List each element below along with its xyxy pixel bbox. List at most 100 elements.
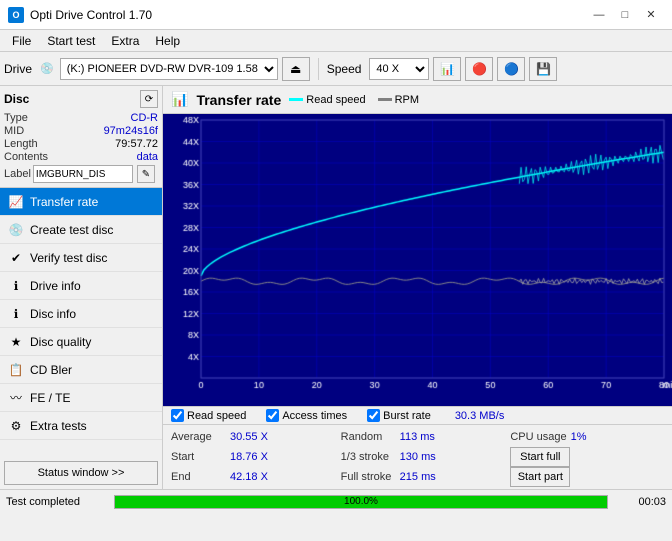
cb-access-times-label: Access times — [282, 410, 347, 422]
menu-bar: File Start test Extra Help — [0, 30, 672, 52]
app-icon: O — [8, 7, 24, 23]
graph-container — [163, 114, 672, 406]
cb-burst-rate-input[interactable] — [367, 409, 380, 422]
disc-label-row: Label ✎ — [4, 165, 158, 183]
chart-icon: 📊 — [171, 91, 188, 108]
close-button[interactable]: ✕ — [638, 5, 664, 25]
speed-select[interactable]: 40 X — [369, 58, 429, 80]
stat-1-3-stroke-row: 1/3 stroke 130 ms — [341, 447, 495, 467]
legend-read-speed-color — [289, 98, 303, 101]
main-area: Disc ⟳ Type CD-R MID 97m24s16f Length 79… — [0, 86, 672, 489]
checkbox-access-times[interactable]: Access times — [266, 409, 347, 422]
stat-full-stroke-value: 215 ms — [400, 471, 450, 483]
nav-cd-bler[interactable]: 📋 CD Bler — [0, 356, 162, 384]
toolbar-btn-1[interactable]: 📊 — [433, 57, 461, 81]
disc-contents-label: Contents — [4, 151, 48, 163]
cb-burst-rate-label: Burst rate — [383, 410, 431, 422]
menu-start-test[interactable]: Start test — [39, 32, 103, 50]
disc-contents-row: Contents data — [4, 151, 158, 163]
stats-col-1: Average 30.55 X Start 18.76 X End 42.18 … — [163, 427, 333, 487]
disc-length-row: Length 79:57.72 — [4, 138, 158, 150]
disc-icon-button[interactable]: ⟳ — [140, 90, 158, 108]
nav-disc-info-label: Disc info — [30, 307, 76, 321]
title-bar-text: Opti Drive Control 1.70 — [30, 8, 586, 22]
stats-area: Average 30.55 X Start 18.76 X End 42.18 … — [163, 424, 672, 489]
menu-file[interactable]: File — [4, 32, 39, 50]
cb-read-speed-input[interactable] — [171, 409, 184, 422]
disc-label-label: Label — [4, 168, 31, 180]
toolbar-separator — [318, 58, 319, 80]
burst-rate-value: 30.3 MB/s — [455, 410, 505, 422]
checkbox-burst-rate[interactable]: Burst rate — [367, 409, 431, 422]
nav-items: 📈 Transfer rate 💿 Create test disc ✔ Ver… — [0, 188, 162, 440]
checkboxes-row: Read speed Access times Burst rate 30.3 … — [163, 406, 672, 424]
nav-disc-quality[interactable]: ★ Disc quality — [0, 328, 162, 356]
window-controls: — □ ✕ — [586, 5, 664, 25]
transfer-graph — [163, 114, 672, 406]
stat-end-row: End 42.18 X — [171, 467, 325, 487]
stat-average-row: Average 30.55 X — [171, 427, 325, 447]
disc-info-icon: ℹ — [8, 306, 24, 322]
chart-title: Transfer rate — [196, 92, 281, 108]
legend-rpm-label: RPM — [395, 94, 419, 106]
disc-label-edit-btn[interactable]: ✎ — [137, 165, 155, 183]
nav-transfer-rate-label: Transfer rate — [30, 195, 98, 209]
stat-full-stroke-label: Full stroke — [341, 471, 396, 483]
stat-1-3-stroke-value: 130 ms — [400, 451, 450, 463]
toolbar: Drive 💿 (K:) PIONEER DVD-RW DVR-109 1.58… — [0, 52, 672, 86]
disc-quality-icon: ★ — [8, 334, 24, 350]
stat-average-label: Average — [171, 431, 226, 443]
maximize-button[interactable]: □ — [612, 5, 638, 25]
stat-random-label: Random — [341, 431, 396, 443]
disc-panel-title: Disc — [4, 92, 29, 106]
drive-info-icon: ℹ — [8, 278, 24, 294]
nav-create-test-disc[interactable]: 💿 Create test disc — [0, 216, 162, 244]
eject-button[interactable]: ⏏ — [282, 57, 310, 81]
stat-cpu-label: CPU usage — [510, 431, 566, 443]
toolbar-btn-2[interactable]: 🔴 — [465, 57, 493, 81]
toolbar-btn-4[interactable]: 💾 — [529, 57, 557, 81]
stat-start-btn-row: Start full — [510, 447, 664, 467]
stats-col-2: Random 113 ms 1/3 stroke 130 ms Full str… — [333, 427, 503, 487]
nav-fe-te-label: FE / TE — [30, 391, 70, 405]
stat-random-row: Random 113 ms — [341, 427, 495, 447]
drive-select[interactable]: (K:) PIONEER DVD-RW DVR-109 1.58 — [60, 58, 278, 80]
menu-extra[interactable]: Extra — [103, 32, 147, 50]
legend-read-speed: Read speed — [289, 94, 365, 106]
checkbox-read-speed[interactable]: Read speed — [171, 409, 246, 422]
toolbar-btn-3[interactable]: 🔵 — [497, 57, 525, 81]
nav-drive-info-label: Drive info — [30, 279, 81, 293]
disc-mid-row: MID 97m24s16f — [4, 125, 158, 137]
status-window-button[interactable]: Status window >> — [4, 461, 158, 485]
start-full-button[interactable]: Start full — [510, 447, 570, 467]
menu-help[interactable]: Help — [147, 32, 188, 50]
stat-cpu-row: CPU usage 1% — [510, 427, 664, 447]
cb-access-times-input[interactable] — [266, 409, 279, 422]
nav-cd-bler-label: CD Bler — [30, 363, 72, 377]
disc-type-label: Type — [4, 112, 28, 124]
nav-create-test-disc-label: Create test disc — [30, 223, 113, 237]
cd-bler-icon: 📋 — [8, 362, 24, 378]
nav-transfer-rate[interactable]: 📈 Transfer rate — [0, 188, 162, 216]
status-text: Test completed — [6, 496, 106, 508]
start-part-button[interactable]: Start part — [510, 467, 570, 487]
stat-start-row: Start 18.76 X — [171, 447, 325, 467]
nav-extra-tests[interactable]: ⚙ Extra tests — [0, 412, 162, 440]
stats-col-3: CPU usage 1% Start full Start part — [502, 427, 672, 487]
nav-fe-te[interactable]: 〰 FE / TE — [0, 384, 162, 412]
disc-length-value: 79:57.72 — [115, 138, 158, 150]
disc-type-value: CD-R — [131, 112, 159, 124]
disc-label-input[interactable] — [33, 165, 133, 183]
create-test-disc-icon: 💿 — [8, 222, 24, 238]
cb-read-speed-label: Read speed — [187, 410, 246, 422]
speed-label: Speed — [327, 62, 362, 76]
stats-grid: Average 30.55 X Start 18.76 X End 42.18 … — [163, 425, 672, 489]
verify-test-disc-icon: ✔ — [8, 250, 24, 266]
nav-drive-info[interactable]: ℹ Drive info — [0, 272, 162, 300]
nav-disc-info[interactable]: ℹ Disc info — [0, 300, 162, 328]
legend-rpm: RPM — [378, 94, 419, 106]
minimize-button[interactable]: — — [586, 5, 612, 25]
disc-mid-label: MID — [4, 125, 24, 137]
nav-verify-test-disc[interactable]: ✔ Verify test disc — [0, 244, 162, 272]
right-panel: 📊 Transfer rate Read speed RPM Read sp — [163, 86, 672, 489]
